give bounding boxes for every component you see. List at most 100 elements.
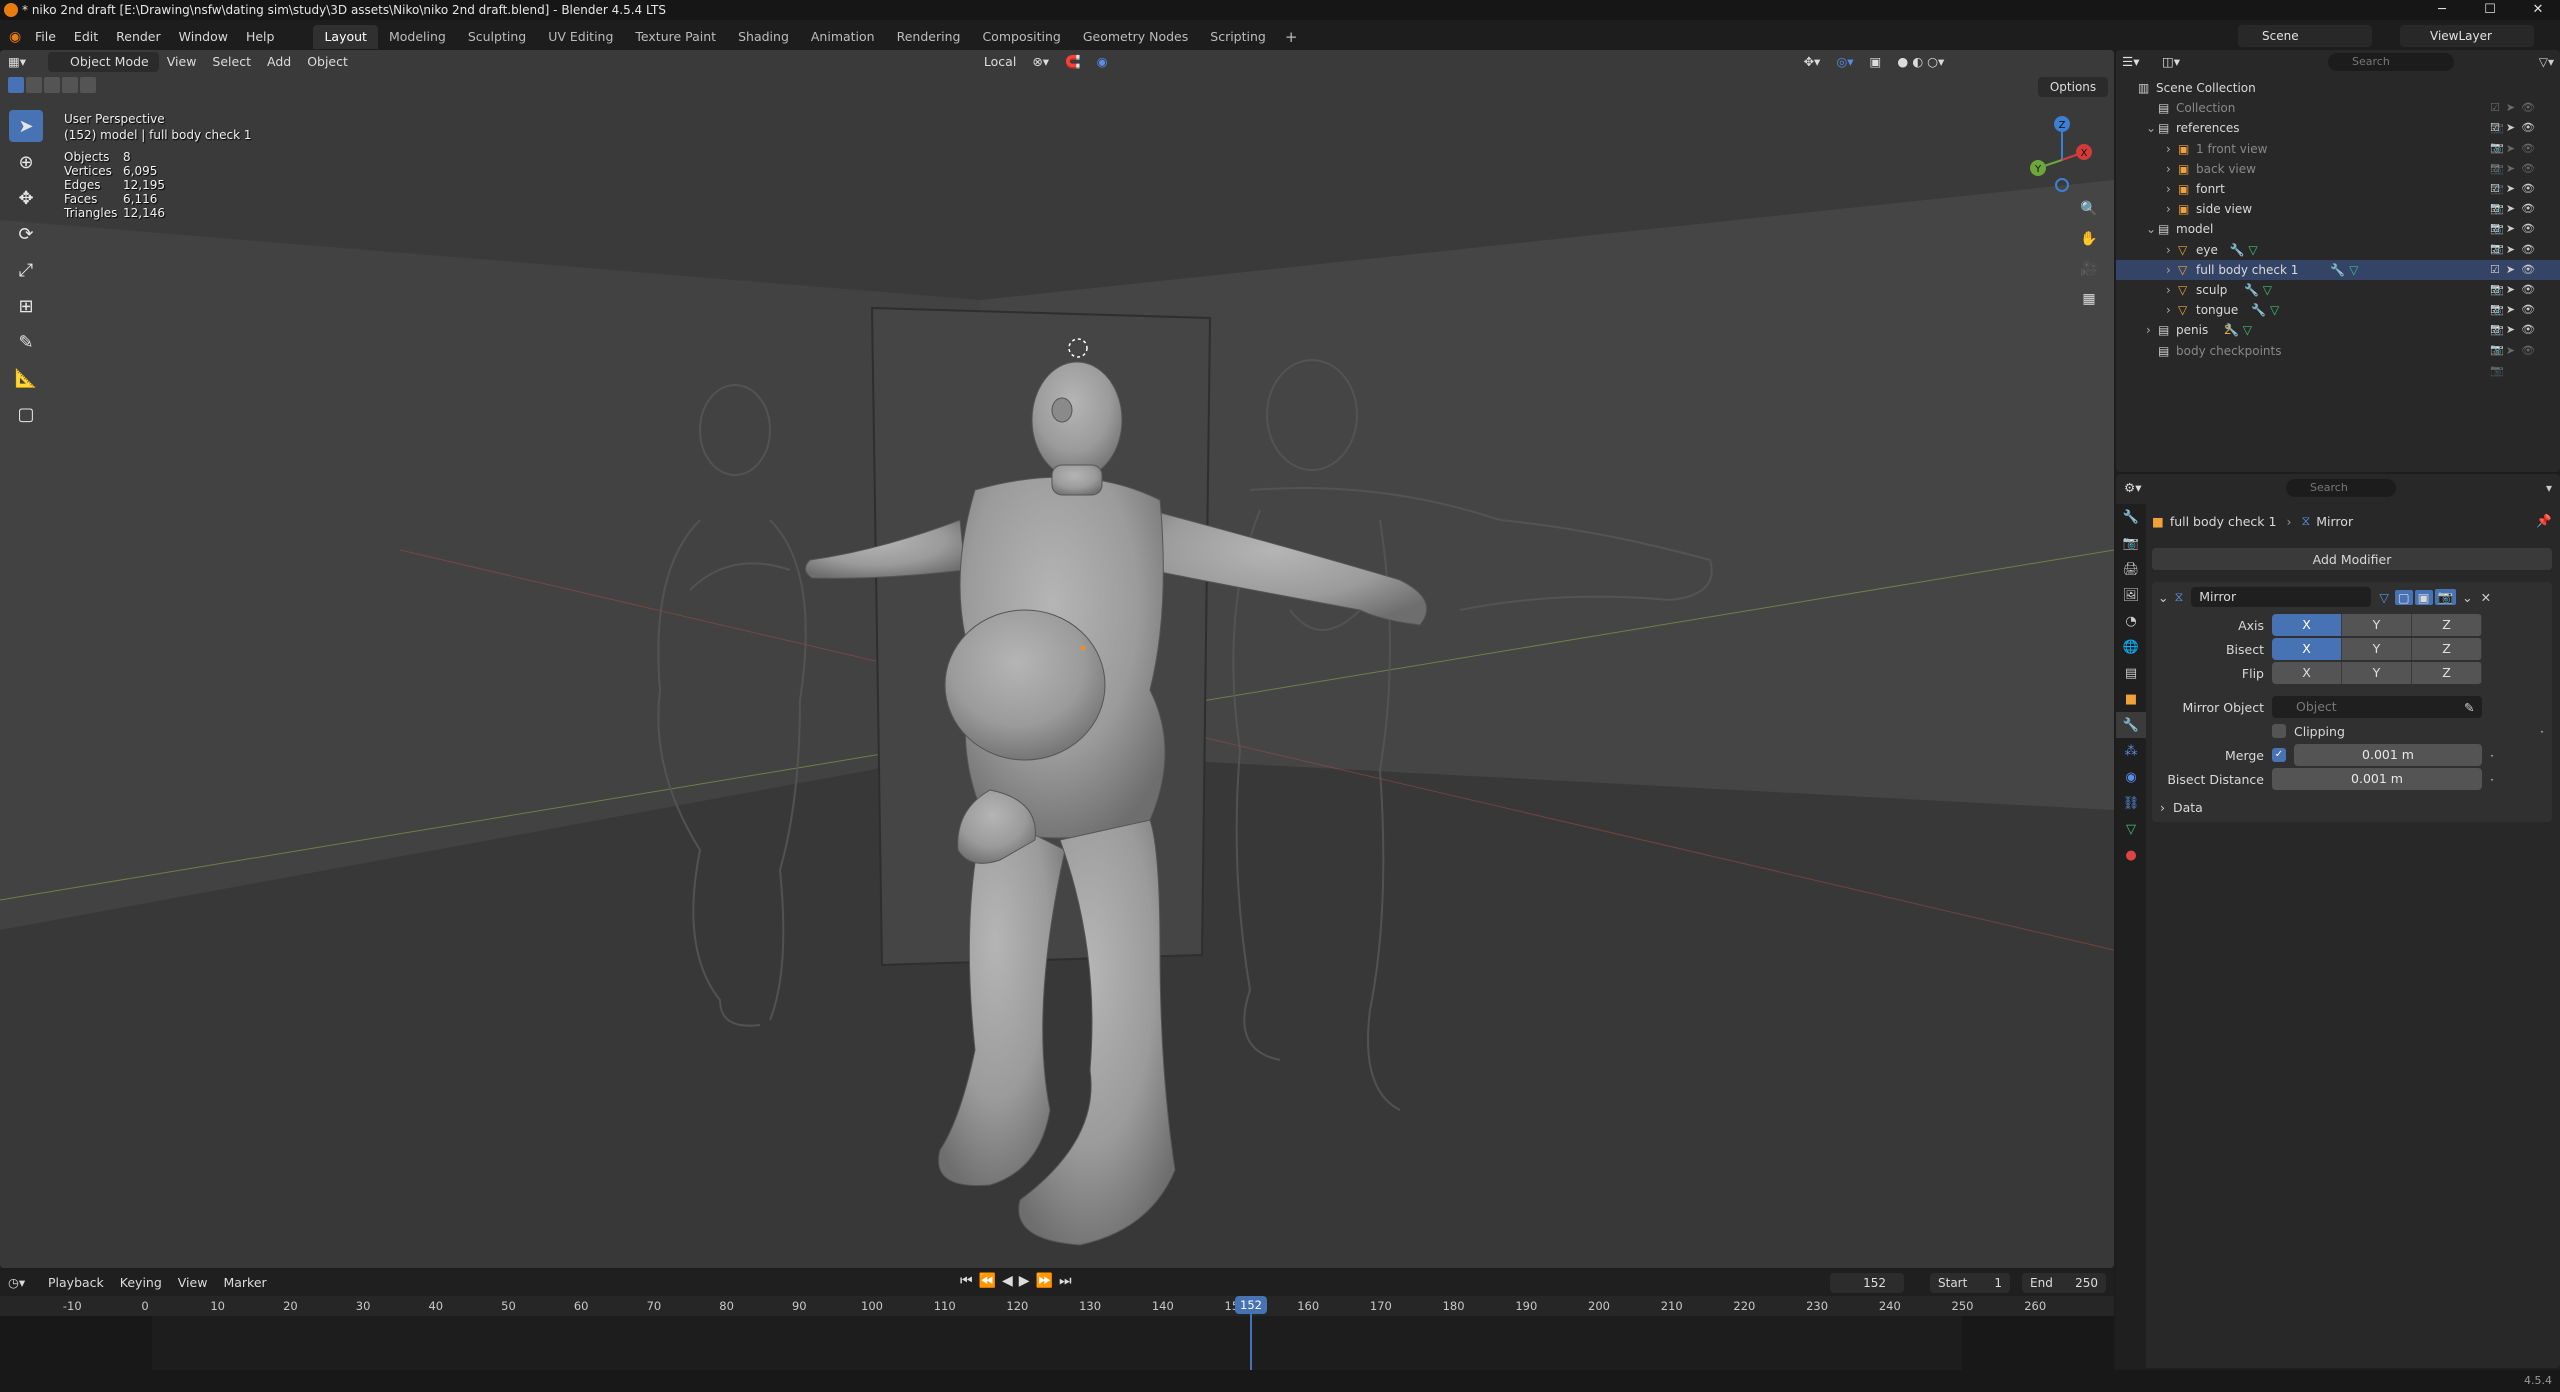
physics-tab-icon[interactable]: ◉ — [2116, 764, 2146, 790]
object-tab-icon[interactable]: ■ — [2116, 686, 2146, 712]
eye-icon[interactable]: 👁 — [2521, 162, 2541, 175]
eye-icon[interactable]: 👁 — [2521, 101, 2541, 114]
tab-compositing[interactable]: Compositing — [971, 25, 1071, 49]
expand-chevron-icon[interactable]: › — [2166, 260, 2171, 280]
flip-z-toggle[interactable]: Z — [2412, 662, 2482, 684]
tab-texture-paint[interactable]: Texture Paint — [624, 25, 727, 49]
3d-viewport[interactable]: ▦▾ Object Mode View Select Add Object Lo… — [0, 50, 2114, 1268]
viewport-menu-add[interactable]: Add — [259, 52, 299, 72]
current-frame-field[interactable]: 152 — [1830, 1273, 1904, 1293]
tab-geometry-nodes[interactable]: Geometry Nodes — [1072, 25, 1199, 49]
eye-icon[interactable]: 👁 — [2521, 222, 2541, 235]
tab-layout[interactable]: Layout — [313, 25, 378, 49]
pin-icon[interactable]: 📌 — [2536, 513, 2552, 529]
xray-toggle-icon[interactable]: ▣ — [1862, 52, 1890, 72]
expand-chevron-icon[interactable]: › — [2166, 199, 2171, 219]
tab-rendering[interactable]: Rendering — [886, 25, 972, 49]
select-new-icon[interactable] — [8, 77, 24, 93]
pivot-icon[interactable]: ⊗▾ — [1024, 52, 1057, 72]
clipping-keyframe-icon[interactable]: · — [2540, 724, 2544, 739]
scene-selector[interactable]: Scene — [2238, 25, 2372, 47]
expand-chevron-icon[interactable]: ⌄ — [2146, 219, 2156, 239]
menu-window[interactable]: Window — [170, 26, 237, 48]
clipping-checkbox[interactable] — [2272, 724, 2286, 738]
tab-shading[interactable]: Shading — [727, 25, 800, 49]
tab-uv-editing[interactable]: UV Editing — [537, 25, 624, 49]
select-arrow-icon[interactable]: ➤ — [2506, 243, 2521, 256]
camera-view-icon[interactable]: 🎥 — [2075, 255, 2103, 283]
add-cube-tool-icon[interactable]: ▢ — [9, 398, 43, 430]
playhead[interactable]: 152 — [1235, 1296, 1268, 1370]
outliner-row[interactable]: › ▽ tongue 🔧 ▽ ☑➤👁📷 — [2116, 300, 2560, 336]
select-arrow-icon[interactable]: ➤ — [2506, 303, 2521, 316]
output-tab-icon[interactable]: 🖨 — [2116, 556, 2146, 582]
proportional-edit-icon[interactable]: ◉ — [1089, 52, 1116, 72]
menu-help[interactable]: Help — [237, 26, 284, 48]
outliner-row[interactable]: › ▽ sculp 🔧 ▽ ☑➤👁📷 — [2116, 280, 2560, 316]
flip-y-toggle[interactable]: Y — [2342, 662, 2412, 684]
start-frame-field[interactable]: Start 1 — [1930, 1273, 2010, 1293]
timeline-menu-keying[interactable]: Keying — [112, 1273, 170, 1293]
timeline-menu-view[interactable]: View — [170, 1273, 216, 1293]
eye-icon[interactable]: 👁 — [2521, 121, 2541, 134]
select-arrow-icon[interactable]: ➤ — [2506, 263, 2521, 276]
add-workspace-button[interactable]: + — [1277, 28, 1306, 46]
checkbox-icon[interactable]: ☑ — [2490, 263, 2506, 276]
tab-scripting[interactable]: Scripting — [1199, 25, 1277, 49]
tab-animation[interactable]: Animation — [800, 25, 886, 49]
timeline-menu-playback[interactable]: Playback — [40, 1273, 112, 1293]
outliner-row[interactable]: ⌄ ▤ references ☑➤👁📷 — [2116, 118, 2560, 154]
view-layer-tab-icon[interactable]: 🖼 — [2116, 582, 2146, 608]
eye-icon[interactable]: 👁 — [2521, 202, 2541, 215]
modifier-menu-icon[interactable]: ⌄ — [2462, 590, 2472, 605]
checkbox-icon[interactable]: ☑ — [2490, 101, 2506, 114]
outliner-row[interactable]: › ▣ back view ☑➤👁📷 — [2116, 159, 2560, 195]
select-arrow-icon[interactable]: ➤ — [2506, 222, 2521, 235]
checkbox-icon[interactable]: ☑ — [2490, 162, 2506, 175]
shading-solid-icon[interactable]: ● ◐ ○▾ — [1889, 52, 1952, 72]
bisect-x-toggle[interactable]: X — [2272, 638, 2342, 660]
eye-icon[interactable]: 👁 — [2521, 283, 2541, 296]
bisect-y-toggle[interactable]: Y — [2342, 638, 2412, 660]
display-mode-icon[interactable]: ◫▾ — [2162, 52, 2192, 72]
outliner-row[interactable]: ▥ Scene Collection — [2116, 78, 2560, 98]
select-intersect-icon[interactable] — [80, 77, 96, 93]
eye-icon[interactable]: 👁 — [2521, 344, 2541, 357]
expand-chevron-icon[interactable]: › — [2166, 179, 2171, 199]
timeline-body[interactable] — [0, 1316, 2114, 1370]
eye-icon[interactable]: 👁 — [2521, 303, 2541, 316]
checkbox-icon[interactable]: ☑ — [2490, 323, 2506, 336]
outliner-row[interactable]: ▤ body checkpoints ☑➤👁 📷 — [2116, 341, 2560, 377]
navigation-gizmo[interactable]: Z X Y — [2000, 110, 2110, 200]
select-box-tool-icon[interactable]: ➤ — [9, 110, 43, 142]
menu-file[interactable]: File — [26, 26, 65, 48]
gizmo-toggle-icon[interactable]: ✥▾ — [1796, 52, 1829, 72]
checkbox-icon[interactable]: ☑ — [2490, 303, 2506, 316]
tab-modeling[interactable]: Modeling — [378, 25, 457, 49]
expand-chevron-icon[interactable]: › — [2146, 320, 2151, 340]
checkbox-icon[interactable]: ☑ — [2490, 222, 2506, 235]
measure-tool-icon[interactable]: 📐 — [9, 362, 43, 394]
select-arrow-icon[interactable]: ➤ — [2506, 323, 2521, 336]
bisect-distance-keyframe-icon[interactable]: · — [2490, 772, 2494, 787]
outliner-search-input[interactable]: Search — [2328, 53, 2454, 71]
viewport-menu-select[interactable]: Select — [204, 52, 259, 72]
select-arrow-icon[interactable]: ➤ — [2506, 182, 2521, 195]
select-arrow-icon[interactable]: ➤ — [2506, 121, 2521, 134]
annotate-tool-icon[interactable]: ✎ — [9, 326, 43, 358]
outliner-editor-type-icon[interactable]: ☰▾ — [2122, 52, 2162, 72]
tool-tab-icon[interactable]: 🔧 — [2116, 504, 2146, 530]
checkbox-icon[interactable]: ☑ — [2490, 243, 2506, 256]
select-extend-icon[interactable] — [26, 77, 42, 93]
bisect-distance-field[interactable]: 0.001 m — [2272, 768, 2482, 790]
outliner-row[interactable]: ▤ Collection ☑➤👁📷 — [2116, 98, 2560, 134]
expand-chevron-icon[interactable]: › — [2166, 300, 2171, 320]
data-subpanel-header[interactable]: › Data — [2160, 796, 2540, 818]
render-tab-icon[interactable]: 📷 — [2116, 530, 2146, 556]
bisect-z-toggle[interactable]: Z — [2412, 638, 2482, 660]
mode-selector[interactable]: Object Mode — [48, 52, 159, 72]
checkbox-icon[interactable]: ☑ — [2490, 283, 2506, 296]
view-layer-selector[interactable]: ViewLayer — [2400, 25, 2534, 47]
cursor-tool-icon[interactable]: ⊕ — [9, 146, 43, 178]
expand-chevron-icon[interactable]: › — [2166, 280, 2171, 300]
